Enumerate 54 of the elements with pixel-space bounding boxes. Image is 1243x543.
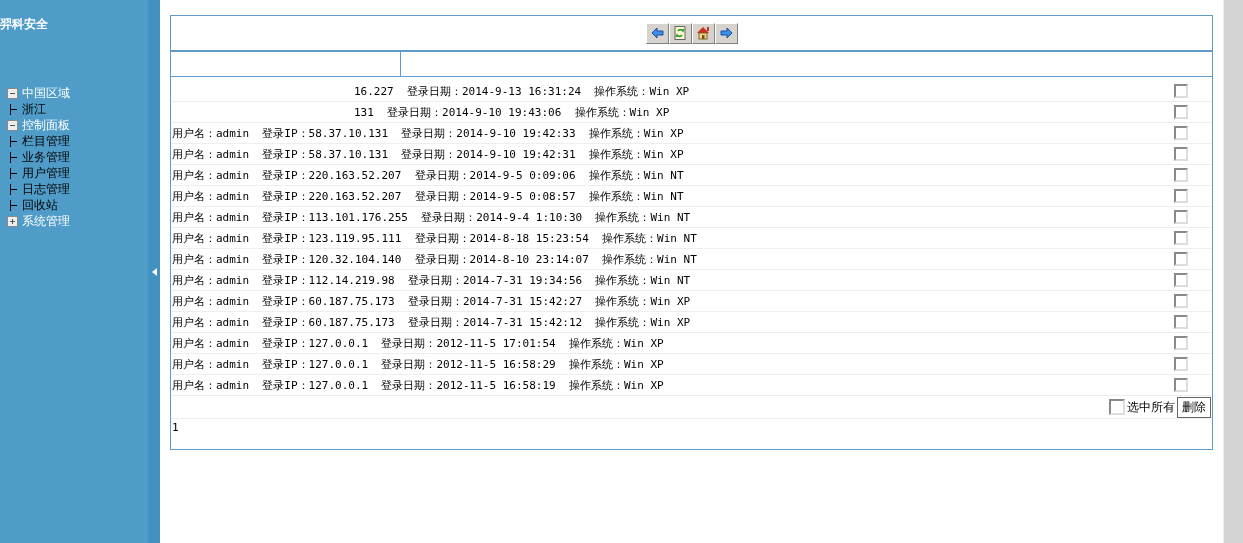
- tree-item[interactable]: 用户管理: [22, 165, 70, 181]
- log-entry: 用户名：admin 登录IP：127.0.0.1 登录日期：2012-11-5 16:58:19 操作系统：Win XP: [171, 377, 665, 393]
- log-entry: 用户名：admin 登录IP：60.187.75.173 登录日期：2014-7-31 15:42:27 操作系统：Win XP: [171, 293, 692, 309]
- checkbox[interactable]: [1174, 231, 1188, 245]
- tree-item[interactable]: 业务管理: [22, 149, 70, 165]
- left-arrow-icon: [649, 25, 665, 41]
- checkbox[interactable]: [1174, 168, 1188, 182]
- delete-button[interactable]: 删除: [1177, 396, 1211, 418]
- log-entry: 用户名：admin 登录IP：127.0.0.1 登录日期：2012-11-5 17:01:54 操作系统：Win XP: [171, 335, 665, 351]
- home-button[interactable]: [691, 22, 715, 44]
- checkbox[interactable]: [1109, 399, 1125, 415]
- checkbox[interactable]: [1174, 273, 1188, 287]
- log-entry: 用户名：admin 登录IP：127.0.0.1 登录日期：2012-11-5 16:58:29 操作系统：Win XP: [171, 356, 665, 372]
- log-entry: 用户名：admin 登录IP：58.37.10.131 登录日期：2014-9-10 19:42:33 操作系统：Win XP: [171, 125, 685, 141]
- checkbox[interactable]: [1174, 357, 1188, 371]
- sidebar-title: 羿科安全: [0, 16, 49, 33]
- refresh-icon: [672, 25, 688, 41]
- refresh-button[interactable]: [668, 22, 692, 44]
- checkbox[interactable]: [1174, 147, 1188, 161]
- checkbox[interactable]: [1174, 105, 1188, 119]
- tree-item[interactable]: 浙江: [22, 101, 46, 117]
- checkbox[interactable]: [1174, 210, 1188, 224]
- log-entry: 用户名：admin 登录IP：112.14.219.98 登录日期：2014-7-31 19:34:56 操作系统：Win NT: [171, 272, 692, 288]
- checkbox[interactable]: [1174, 294, 1188, 308]
- log-entry: 131 登录日期：2014-9-10 19:43:06 操作系统：Win XP: [353, 104, 671, 120]
- collapse-icon[interactable]: [7, 87, 18, 99]
- select-all-label: 选中所有: [1127, 398, 1175, 416]
- log-entry: 用户名：admin 登录IP：120.32.104.140 登录日期：2014-8-10 23:14:07 操作系统：Win NT: [171, 251, 698, 267]
- expand-icon[interactable]: [7, 215, 18, 227]
- log-entry: 用户名：admin 登录IP：220.163.52.207 登录日期：2014-9-5 0:09:06 操作系统：Win NT: [171, 167, 685, 183]
- tree-item[interactable]: 回收站: [22, 197, 58, 213]
- checkbox[interactable]: [1174, 315, 1188, 329]
- tree-item[interactable]: 栏目管理: [22, 133, 70, 149]
- log-entry: 用户名：admin 登录IP：113.101.176.255 登录日期：2014-9-4 1:10:30 操作系统：Win NT: [171, 209, 692, 225]
- scrollbar[interactable]: [1223, 0, 1243, 543]
- checkbox[interactable]: [1174, 126, 1188, 140]
- checkbox[interactable]: [1174, 84, 1188, 98]
- log-entry: 用户名：admin 登录IP：123.119.95.111 登录日期：2014-8-18 15:23:54 操作系统：Win NT: [171, 230, 698, 246]
- log-entry: 用户名：admin 登录IP：220.163.52.207 登录日期：2014-9-5 0:08:57 操作系统：Win NT: [171, 188, 685, 204]
- log-entry: 用户名：admin 登录IP：60.187.75.173 登录日期：2014-7-31 15:42:12 操作系统：Win XP: [171, 314, 692, 330]
- log-entry: 用户名：admin 登录IP：58.37.10.131 登录日期：2014-9-10 19:42:31 操作系统：Win XP: [171, 146, 685, 162]
- collapse-icon[interactable]: [7, 119, 18, 131]
- right-arrow-icon: [718, 25, 734, 41]
- checkbox[interactable]: [1174, 252, 1188, 266]
- checkbox[interactable]: [1174, 189, 1188, 203]
- checkbox[interactable]: [1174, 378, 1188, 392]
- back-button[interactable]: [645, 22, 669, 44]
- forward-button[interactable]: [714, 22, 738, 44]
- house-icon: [695, 25, 711, 41]
- log-entry: 16.227 登录日期：2014-9-13 16:31:24 操作系统：Win XP: [353, 83, 691, 99]
- page-number[interactable]: 1: [171, 419, 1212, 439]
- collapse-arrow-icon[interactable]: [151, 267, 157, 276]
- checkbox[interactable]: [1174, 336, 1188, 350]
- tree-item[interactable]: 日志管理: [22, 181, 70, 197]
